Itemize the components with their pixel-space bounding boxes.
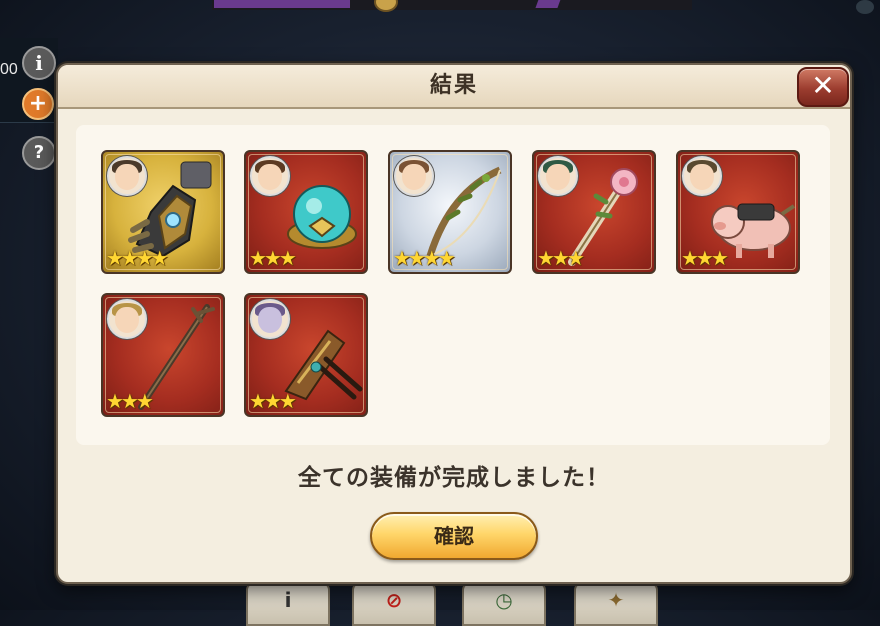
- equipment-item[interactable]: ★★★: [676, 150, 800, 274]
- avatar: [538, 156, 578, 196]
- result-message: 全ての装備が完成しました！: [298, 465, 610, 491]
- avatar: [682, 156, 722, 196]
- avatar: [250, 156, 290, 196]
- info-icon: i: [284, 588, 292, 612]
- bottom-menu-info-button[interactable]: i: [246, 582, 330, 626]
- close-icon: ✕: [811, 69, 835, 102]
- equipment-item[interactable]: ★★★★: [388, 150, 512, 274]
- rarity-stars: ★★★: [537, 246, 585, 270]
- rarity-stars: ★★★: [249, 246, 297, 270]
- avatar: [250, 299, 290, 339]
- corner-icon: [856, 0, 874, 14]
- info-icon[interactable]: i: [22, 46, 56, 80]
- confirm-button-label: 確認: [434, 524, 474, 548]
- equipment-item[interactable]: ★★★★: [101, 150, 225, 274]
- avatar: [107, 156, 147, 196]
- results-panel: ★★★★ ★★★ ★★★★ ★★★ ★★★ ★★★ ★★★: [76, 125, 830, 445]
- plus-icon[interactable]: +: [22, 88, 54, 120]
- avatar: [107, 299, 147, 339]
- rarity-stars: ★★★: [249, 389, 297, 413]
- top-hud-gauge: [214, 0, 350, 8]
- coin-icon: [374, 0, 398, 12]
- star-icon: ✦: [607, 588, 625, 612]
- rarity-stars: ★★★★: [106, 246, 169, 270]
- close-button[interactable]: ✕: [797, 67, 849, 107]
- rarity-stars: ★★★: [106, 389, 154, 413]
- rarity-stars: ★★★★: [393, 246, 456, 270]
- equipment-item[interactable]: ★★★: [532, 150, 656, 274]
- equipment-item[interactable]: ★★★: [244, 150, 368, 274]
- bottom-menu-stars-button[interactable]: ✦: [574, 582, 658, 626]
- avatar: [394, 156, 434, 196]
- clock-icon: ◷: [495, 588, 513, 612]
- result-dialog: 結果 ✕ ★★★★ ★★★ ★★★★ ★★★ ★★★ ★★★ ★★★ 全ての装備…: [56, 63, 852, 584]
- help-icon[interactable]: ?: [22, 136, 56, 170]
- rarity-stars: ★★★: [681, 246, 729, 270]
- bottom-menu-forbid-button[interactable]: ⊘: [352, 582, 436, 626]
- confirm-button[interactable]: 確認: [370, 512, 538, 560]
- left-hud-value: 00: [0, 61, 18, 78]
- equipment-item[interactable]: ★★★: [244, 293, 368, 417]
- dialog-header: 結果: [58, 65, 850, 109]
- equipment-item[interactable]: ★★★: [101, 293, 225, 417]
- no-entry-icon: ⊘: [385, 588, 403, 612]
- dialog-title: 結果: [429, 73, 478, 98]
- bottom-menu-clock-button[interactable]: ◷: [462, 582, 546, 626]
